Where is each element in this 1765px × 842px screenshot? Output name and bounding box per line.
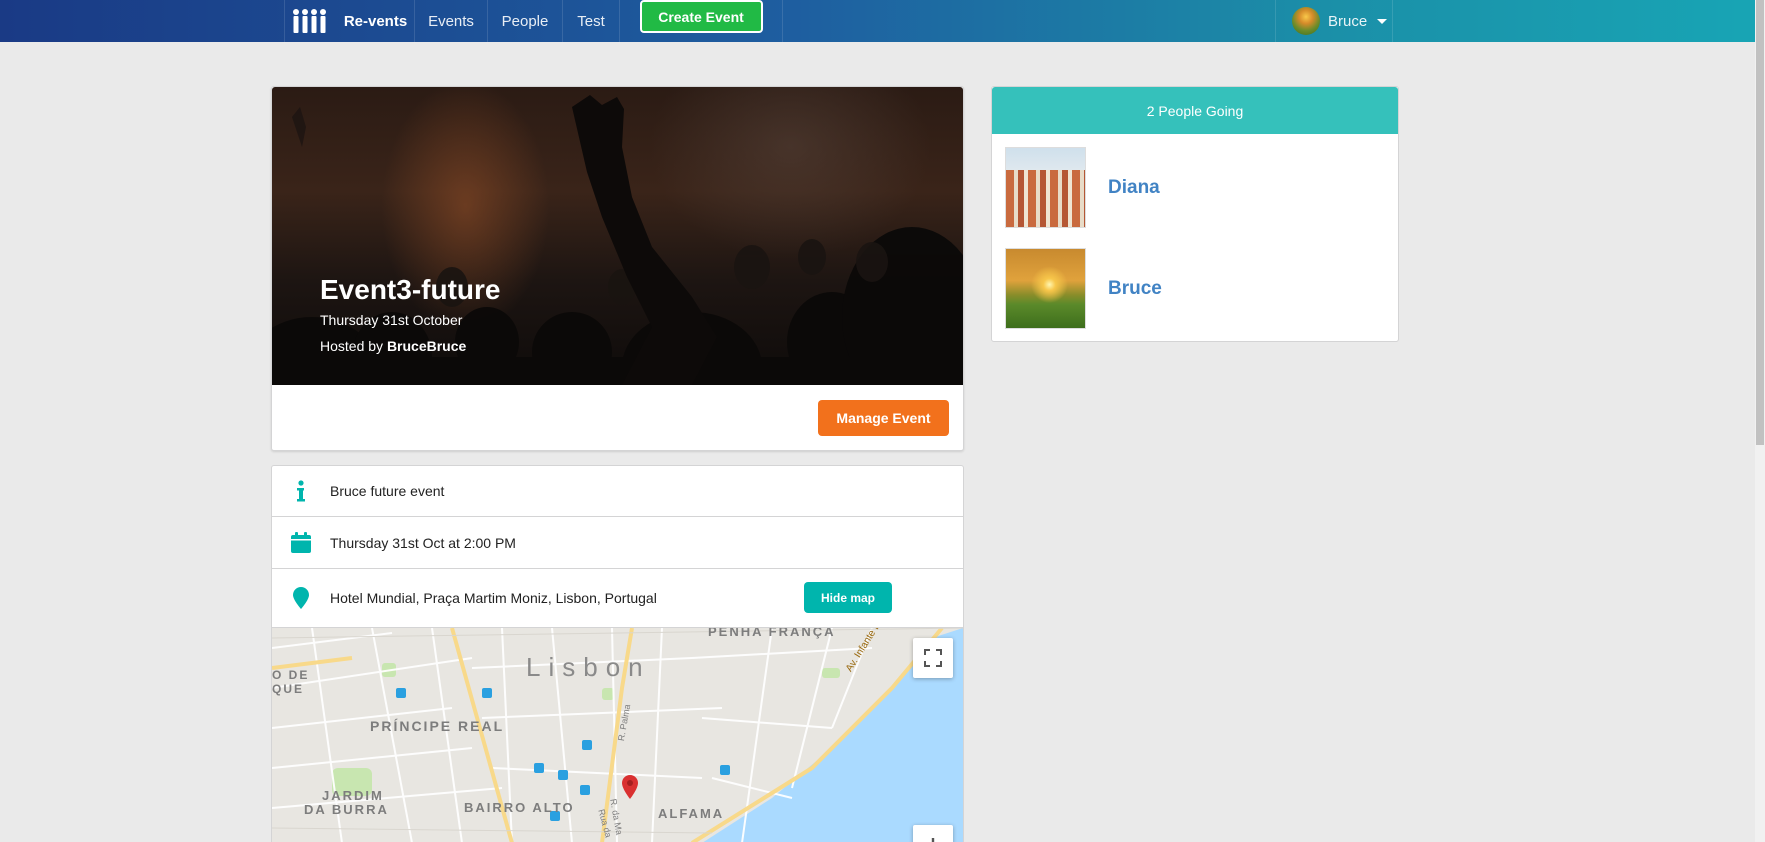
map-label-penha-franca: PENHA FRANÇA bbox=[708, 628, 836, 639]
map-label-alfama: ALFAMA bbox=[658, 806, 725, 821]
create-event-container: Create Event bbox=[620, 0, 783, 42]
event-venue: Hotel Mundial, Praça Martim Moniz, Lisbo… bbox=[330, 590, 657, 606]
nav-events[interactable]: Events bbox=[415, 0, 488, 42]
attendees-header: 2 People Going bbox=[992, 87, 1398, 134]
avatar bbox=[1292, 7, 1320, 35]
attendee-photo[interactable] bbox=[1005, 147, 1086, 228]
map-marker-icon bbox=[272, 587, 330, 609]
page-scrollbar[interactable] bbox=[1755, 0, 1765, 842]
user-menu[interactable]: Bruce bbox=[1275, 0, 1393, 42]
attendee-item[interactable]: Diana bbox=[1005, 147, 1160, 228]
event-map[interactable]: Lisbon PENHA FRANÇA PRÍNCIPE REAL JARDIM… bbox=[272, 628, 963, 842]
scrollbar-thumb[interactable] bbox=[1756, 0, 1764, 445]
datetime-row: Thursday 31st Oct at 2:00 PM bbox=[272, 517, 963, 569]
brand-link[interactable]: Re-vents bbox=[284, 0, 415, 42]
attendee-item[interactable]: Bruce bbox=[1005, 248, 1162, 329]
plus-icon bbox=[931, 838, 935, 842]
event-host-line: Hosted by BruceBruce bbox=[320, 338, 500, 354]
event-header-card: Event3-future Thursday 31st October Host… bbox=[271, 86, 964, 451]
info-icon bbox=[272, 480, 330, 502]
nav-people[interactable]: People bbox=[488, 0, 563, 42]
event-title: Event3-future bbox=[320, 274, 501, 305]
event-description: Bruce future event bbox=[330, 483, 445, 499]
map-label-o-de: O DE bbox=[272, 668, 310, 682]
attendee-photo[interactable] bbox=[1005, 248, 1086, 329]
map-label-lisbon: Lisbon bbox=[526, 652, 651, 682]
fullscreen-icon bbox=[924, 649, 942, 667]
fullscreen-button[interactable] bbox=[913, 638, 953, 678]
nav-test[interactable]: Test bbox=[563, 0, 620, 42]
map-label-jardim: JARDIM bbox=[322, 788, 384, 803]
create-event-button[interactable]: Create Event bbox=[639, 0, 763, 33]
event-details-card: Bruce future event Thursday 31st Oct at … bbox=[271, 465, 964, 842]
user-name: Bruce bbox=[1328, 12, 1368, 30]
map-label-bairro-alto: BAIRRO ALTO bbox=[464, 800, 575, 815]
attendees-panel: 2 People Going Diana Bruce bbox=[991, 86, 1399, 342]
caret-down-icon bbox=[1377, 18, 1388, 24]
attendee-name[interactable]: Bruce bbox=[1108, 278, 1162, 300]
calendar-icon bbox=[272, 532, 330, 553]
zoom-in-button[interactable] bbox=[913, 825, 953, 842]
map-label-da-burra: DA BURRA bbox=[304, 802, 389, 817]
event-hero-text: Event3-future Thursday 31st October Host… bbox=[320, 274, 501, 354]
description-row: Bruce future event bbox=[272, 466, 963, 517]
attendee-name[interactable]: Diana bbox=[1108, 177, 1160, 199]
event-date: Thursday 31st October bbox=[320, 311, 463, 328]
top-navbar: Re-vents Events People Test Create Event… bbox=[0, 0, 1765, 42]
event-datetime: Thursday 31st Oct at 2:00 PM bbox=[330, 534, 516, 551]
map-label-que: QUE bbox=[272, 682, 305, 696]
brand-name: Re-vents bbox=[343, 12, 408, 30]
hosted-by-label: Hosted by bbox=[320, 337, 387, 354]
map-label-principe-real: PRÍNCIPE REAL bbox=[370, 718, 505, 734]
hide-map-button[interactable]: Hide map bbox=[804, 582, 892, 613]
event-hero-image: Event3-future Thursday 31st October Host… bbox=[272, 87, 963, 385]
map-pin-icon[interactable] bbox=[622, 775, 638, 799]
manage-event-button[interactable]: Manage Event bbox=[818, 400, 949, 436]
people-logo-icon bbox=[292, 8, 326, 34]
host-name[interactable]: BruceBruce bbox=[387, 338, 466, 354]
